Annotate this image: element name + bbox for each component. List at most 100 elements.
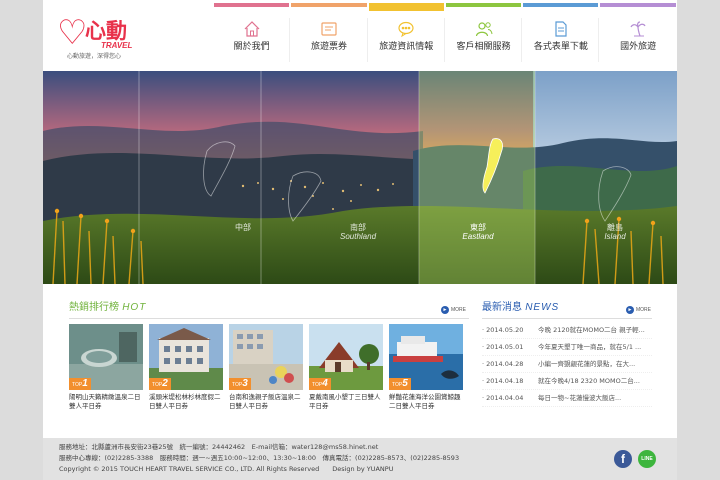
news-section: 最新消息 NEWS ► MORE · 2014.05.20 今晚 2120就在MO… [482, 300, 652, 410]
nav-label: 旅遊資訊情報 [379, 42, 434, 52]
hot-card[interactable]: TOP2 溪頭米堤松林杉林度假二日雙人平日券 [149, 324, 223, 411]
news-text: 今晚 2120就在MOMO二台 親子輕... [538, 326, 645, 334]
hot-card-image: TOP1 [69, 324, 143, 390]
hot-cards: TOP1 陽明山天籟精緻溫泉二日雙人平日券 TOP2 溪頭米堤松林杉林度假二日雙… [69, 324, 469, 411]
hot-card[interactable]: TOP5 鮮豔花蓮海洋公園賞鯨趣二日雙人平日券 [389, 324, 463, 411]
news-item[interactable]: · 2014.05.20 今晚 2120就在MOMO二台 親子輕... [482, 322, 652, 339]
rank-number: 1 [82, 378, 88, 389]
nav-color-bar [368, 3, 444, 11]
hot-title-zh: 熱銷排行榜 [69, 302, 119, 313]
news-item[interactable]: · 2014.05.01 今年夏天墾丁唯一商品，就在5/1 ... [482, 339, 652, 356]
people-icon [475, 22, 493, 37]
chat-bubble-icon [398, 21, 414, 38]
rank-badge: TOP3 [229, 378, 251, 390]
hot-card[interactable]: TOP3 台南和逸親子飯店溫泉二日雙人平日券 [229, 324, 303, 411]
news-divider [482, 318, 652, 319]
rank-badge: TOP4 [309, 378, 331, 390]
hot-card-caption: 鮮豔花蓮海洋公園賞鯨趣二日雙人平日券 [389, 393, 461, 410]
nav-item-overseas[interactable]: 國外旅遊 [599, 0, 676, 71]
hot-ranking-section: 熱銷排行榜 HOT ► MORE TOP1 陽明山天籟精緻溫泉二日雙人平日券 T… [69, 300, 469, 430]
nav-item-tickets[interactable]: 旅遊票券 [290, 0, 368, 71]
rank-badge: TOP2 [149, 378, 171, 390]
rank-top-label: TOP [392, 382, 403, 388]
rank-top-label: TOP [232, 382, 243, 388]
hot-card-caption: 溪頭米堤松林杉林度假二日雙人平日券 [149, 393, 221, 410]
document-icon [555, 21, 567, 37]
region-en: Southland [339, 232, 377, 241]
nav-label: 客戶相關服務 [456, 42, 511, 52]
nav-item-customer-service[interactable]: 客戶相關服務 [445, 0, 523, 71]
news-item[interactable]: · 2014.04.18 就在今晚4/18 2320 MOMO二台... [482, 373, 652, 390]
nav-color-bar [600, 3, 676, 7]
region-zh: 中部 [235, 223, 251, 232]
nav-label: 旅遊票券 [310, 42, 347, 52]
hot-card-image: TOP3 [229, 324, 303, 390]
header: ♡ 心動 TRAVEL 心動旅遊，深得您心 關於我們 旅遊票券 旅遊資訊情報 客… [43, 0, 677, 71]
nav-item-about[interactable]: 關於我們 [213, 0, 291, 71]
hot-divider [69, 318, 469, 319]
news-title-en: NEWS [525, 302, 560, 313]
news-text: 每日一物~花蓮慢波大飯店... [538, 394, 622, 402]
active-region-highlight [419, 71, 535, 284]
region-label-south[interactable]: 南部 Southland [333, 223, 383, 241]
nav-label: 關於我們 [233, 42, 270, 52]
footer-copyright: Copyright © 2015 TOUCH HEART TRAVEL SERV… [59, 465, 394, 473]
nav-color-bar [291, 3, 367, 7]
nav-item-travel-info[interactable]: 旅遊資訊情報 [368, 0, 445, 71]
landscape-photo [43, 71, 677, 284]
footer-address: 服務地址：北縣蘆洲市長安街23巷25號 統一編號：24442462 E-mail… [59, 443, 379, 451]
rank-number: 3 [242, 378, 248, 389]
page-container: ♡ 心動 TRAVEL 心動旅遊，深得您心 關於我們 旅遊票券 旅遊資訊情報 客… [43, 0, 677, 480]
nav-color-bar [523, 3, 599, 7]
rank-top-label: TOP [312, 382, 323, 388]
news-text: 今年夏天墾丁唯一商品，就在5/1 ... [538, 343, 642, 351]
region-en: Island [604, 232, 626, 241]
logo-slogan: 心動旅遊，深得您心 [67, 53, 122, 60]
logo-brand: 心動 [85, 19, 127, 43]
region-zh: 東部 [470, 223, 486, 232]
news-date: · 2014.04.04 [482, 394, 524, 402]
hero-banner: 中部 南部 Southland 東部 Eastland 離島 Island [43, 71, 677, 284]
region-label-east[interactable]: 東部 Eastland [453, 223, 503, 241]
rank-number: 5 [402, 378, 408, 389]
region-label-central[interactable]: 中部 [223, 223, 263, 232]
facebook-icon[interactable]: f [614, 450, 632, 468]
palm-tree-icon [630, 21, 646, 37]
rank-badge: TOP1 [69, 378, 91, 390]
nav-color-bar [445, 3, 522, 7]
news-date: · 2014.04.18 [482, 377, 524, 385]
region-zh: 南部 [350, 223, 366, 232]
region-en: Eastland [462, 232, 494, 241]
hot-card[interactable]: TOP4 夏戴南風小墾丁三日雙人平日券 [309, 324, 383, 411]
arrow-right-icon: ► [626, 306, 634, 314]
home-icon [244, 21, 260, 37]
hot-section-title: 熱銷排行榜 HOT [69, 300, 146, 316]
line-app-icon[interactable]: LINE [638, 450, 656, 468]
hot-card[interactable]: TOP1 陽明山天籟精緻溫泉二日雙人平日券 [69, 324, 143, 411]
news-item[interactable]: · 2014.04.28 小編一齊覬覦花蓮的景點，在大... [482, 356, 652, 373]
news-date: · 2014.05.01 [482, 343, 524, 351]
hot-card-image: TOP2 [149, 324, 223, 390]
hot-card-image: TOP4 [309, 324, 383, 390]
rank-top-label: TOP [152, 382, 163, 388]
hot-card-image: TOP5 [389, 324, 463, 390]
news-item[interactable]: · 2014.04.04 每日一物~花蓮慢波大飯店... [482, 390, 652, 407]
hot-card-caption: 夏戴南風小墾丁三日雙人平日券 [309, 393, 381, 410]
nav-label: 各式表單下載 [533, 42, 588, 52]
nav-color-bar [214, 3, 290, 7]
hot-title-en: HOT [122, 302, 147, 313]
hot-more-button[interactable]: ► MORE [441, 305, 466, 315]
news-more-button[interactable]: ► MORE [626, 305, 651, 315]
news-list: · 2014.05.20 今晚 2120就在MOMO二台 親子輕... · 201… [482, 322, 652, 407]
news-date: · 2014.05.20 [482, 326, 524, 334]
logo-travel: TRAVEL [101, 41, 133, 50]
more-label: MORE [451, 307, 466, 313]
nav-item-forms-download[interactable]: 各式表單下載 [522, 0, 600, 71]
footer-contact: 服務中心專線：(02)2285-3388 服務時間：週一~週五10:00~12:… [59, 454, 460, 462]
main-nav: 關於我們 旅遊票券 旅遊資訊情報 客戶相關服務 各式表單下載 國外旅遊 [213, 0, 677, 71]
region-label-island[interactable]: 離島 Island [595, 223, 635, 241]
news-date: · 2014.04.28 [482, 360, 524, 368]
footer: 服務地址：北縣蘆洲市長安街23巷25號 統一編號：24442462 E-mail… [43, 438, 677, 480]
logo[interactable]: ♡ 心動 TRAVEL 心動旅遊，深得您心 [57, 12, 157, 62]
news-text: 小編一齊覬覦花蓮的景點，在大... [538, 360, 636, 368]
